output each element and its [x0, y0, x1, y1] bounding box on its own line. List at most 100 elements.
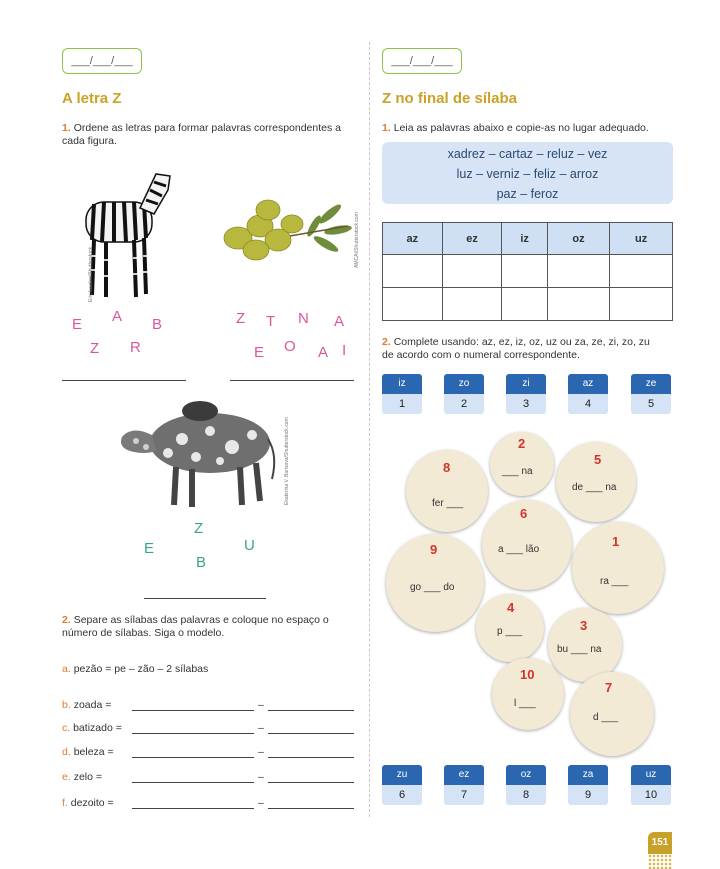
key-cell: ez 7: [444, 765, 484, 805]
scrambled-letter: E: [144, 540, 155, 557]
circle-word[interactable]: l ___: [514, 698, 536, 709]
scrambled-letter: T: [266, 313, 276, 330]
key-cell: az 4: [568, 374, 608, 414]
syllable-count-line[interactable]: [268, 782, 354, 783]
table-cell[interactable]: [382, 254, 443, 288]
syllable-answer-line[interactable]: [132, 757, 254, 758]
table-header: ez: [441, 222, 503, 255]
table-cell[interactable]: [609, 287, 673, 321]
key-syllable: ze: [631, 374, 671, 394]
exercise-number: 2.: [382, 336, 391, 348]
exercise-text: Ordene as letras para formar palavras co…: [62, 122, 341, 147]
item-letter: a.: [62, 663, 71, 675]
key-number: 8: [506, 785, 546, 805]
exercise-number: 1.: [62, 122, 71, 134]
key-syllable: uz: [631, 765, 671, 785]
key-syllable: zi: [506, 374, 546, 394]
key-cell: za 9: [568, 765, 608, 805]
syllable-item: e. zelo =: [62, 771, 102, 783]
circle-word[interactable]: a ___ lão: [498, 544, 539, 555]
key-number: 3: [506, 394, 546, 414]
scrambled-letter: E: [254, 344, 265, 361]
decorative-dots: [648, 854, 672, 869]
exercise-2-instruction: 2. Separe as sílabas das palavras e colo…: [62, 614, 362, 640]
scrambled-letter: A: [318, 344, 329, 361]
word-bank-line: paz – feroz: [496, 187, 559, 201]
syllable-answer-line[interactable]: [132, 710, 254, 711]
table-cell[interactable]: [501, 254, 548, 288]
right-exercise-2-instruction: 2. Complete usando: az, ez, iz, oz, uz o…: [382, 336, 682, 362]
circle-number: 1: [612, 534, 620, 549]
scrambled-letter: R: [130, 339, 141, 356]
date-field-left[interactable]: ___/___/___: [62, 48, 142, 74]
answer-line-olives[interactable]: [230, 380, 354, 381]
key-number: 7: [444, 785, 484, 805]
table-cell[interactable]: [441, 287, 503, 321]
scrambled-letter: A: [112, 308, 123, 325]
syllable-count-line[interactable]: [268, 808, 354, 809]
circle-word[interactable]: ___ na: [502, 466, 533, 477]
circle-word[interactable]: bu ___ na: [557, 644, 602, 655]
key-syllable: zo: [444, 374, 484, 394]
syllable-count-line[interactable]: [268, 733, 354, 734]
key-cell: oz 8: [506, 765, 546, 805]
table-cell[interactable]: [382, 287, 443, 321]
circle-number: 7: [605, 680, 613, 695]
syllable-item: b. zoada =: [62, 699, 111, 711]
syllable-answer-line[interactable]: [132, 808, 254, 809]
syllable-answer-line[interactable]: [132, 733, 254, 734]
key-number: 4: [568, 394, 608, 414]
item-letter: d.: [62, 746, 71, 758]
key-cell: uz 10: [631, 765, 671, 805]
dash-separator: –: [258, 771, 264, 783]
scrambled-letter: U: [244, 537, 255, 554]
zebra-credit: Eric Isselee/Shutterstock: [88, 246, 94, 302]
key-number: 10: [631, 785, 671, 805]
table-cell[interactable]: [441, 254, 503, 288]
scrambled-letter: N: [298, 310, 309, 327]
circle-word[interactable]: de ___ na: [572, 482, 617, 493]
circle-word[interactable]: p ___: [497, 626, 522, 637]
exercise-text: de acordo com o numeral correspondente.: [382, 349, 580, 361]
circle-word[interactable]: fer ___: [432, 498, 463, 509]
key-syllable: ez: [444, 765, 484, 785]
dash-separator: –: [258, 746, 264, 758]
circle-word[interactable]: d ___: [593, 712, 618, 723]
dash-separator: –: [258, 699, 264, 711]
table-header: az: [382, 222, 443, 255]
scrambled-letter: Z: [194, 520, 204, 537]
item-letter: b.: [62, 699, 71, 711]
circle-number: 8: [443, 460, 451, 475]
syllable-count-line[interactable]: [268, 710, 354, 711]
answer-line-zebu[interactable]: [144, 598, 266, 599]
key-number: 1: [382, 394, 422, 414]
item-letter: e.: [62, 771, 71, 783]
table-cell[interactable]: [546, 287, 611, 321]
dash-separator: –: [258, 797, 264, 809]
page-number: 151: [648, 832, 672, 854]
item-text: pezão = pe – zão – 2 sílabas: [73, 663, 209, 675]
answer-line-zebra[interactable]: [62, 380, 186, 381]
syllable-count-line[interactable]: [268, 757, 354, 758]
ending-table: az ez iz oz uz: [382, 222, 673, 321]
key-number: 9: [568, 785, 608, 805]
column-divider: [369, 42, 370, 817]
syllable-item: f. dezoito =: [62, 797, 114, 809]
table-cell[interactable]: [609, 254, 673, 288]
item-text: batizado =: [73, 722, 122, 734]
table-cell[interactable]: [546, 254, 611, 288]
circle-number: 3: [580, 618, 588, 633]
olives-credit: AMCAI/Shutterstock.com: [354, 212, 360, 268]
page-title-right: Z no final de sílaba: [382, 90, 518, 107]
date-field-right[interactable]: ___/___/___: [382, 48, 462, 74]
circle-word[interactable]: go ___ do: [410, 582, 455, 593]
exercise-number: 2.: [62, 614, 71, 626]
circle-word[interactable]: ra ___: [600, 576, 628, 587]
item-text: zoada =: [73, 699, 112, 711]
item-text: beleza =: [73, 746, 114, 758]
scrambled-letter: Z: [236, 310, 246, 327]
key-syllable: za: [568, 765, 608, 785]
syllable-answer-line[interactable]: [132, 782, 254, 783]
key-cell: ze 5: [631, 374, 671, 414]
table-cell[interactable]: [501, 287, 548, 321]
